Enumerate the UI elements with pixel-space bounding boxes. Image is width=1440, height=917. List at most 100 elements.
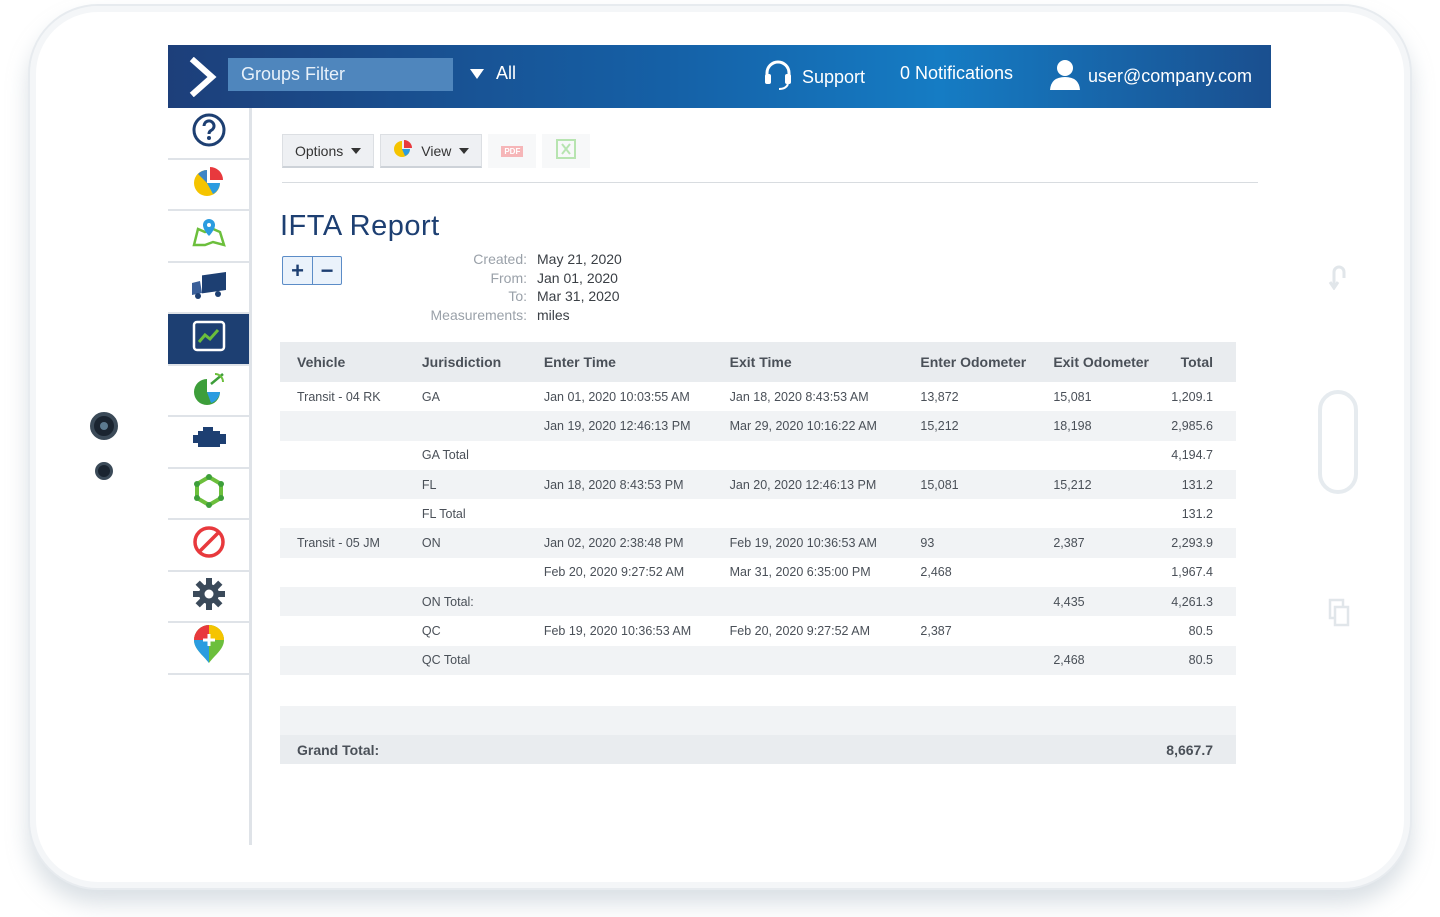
grand-total-value: 8,667.7 bbox=[1166, 741, 1213, 758]
sidebar-item-tracking[interactable] bbox=[168, 366, 249, 417]
table-row: QC Feb 19, 2020 10:36:53 AM Feb 20, 2020… bbox=[280, 616, 1236, 645]
groups-filter-dropdown[interactable]: All bbox=[470, 63, 516, 84]
cell-jurisdiction bbox=[413, 411, 536, 441]
column-header-vehicle[interactable]: Vehicle bbox=[280, 342, 414, 382]
caret-down-icon bbox=[459, 147, 470, 154]
caret-down-icon bbox=[351, 147, 362, 154]
cell-jurisdiction: QC Total bbox=[413, 645, 536, 675]
cell-vehicle bbox=[280, 411, 414, 441]
column-header-enter-time[interactable]: Enter Time bbox=[535, 342, 722, 382]
cell-total: 4,261.3 bbox=[1163, 587, 1236, 617]
cell-enter-time: Jan 19, 2020 12:46:13 PM bbox=[535, 411, 722, 441]
table-row: Jan 19, 2020 12:46:13 PM Mar 29, 2020 10… bbox=[280, 411, 1236, 441]
groups-filter-input[interactable]: Groups Filter bbox=[228, 58, 453, 91]
pdf-icon: PDF bbox=[501, 145, 524, 157]
menu-toggle-chevron-icon[interactable] bbox=[186, 56, 222, 98]
all-label: All bbox=[496, 63, 517, 83]
cell-jurisdiction: ON Total: bbox=[413, 587, 536, 617]
reports-icon bbox=[191, 318, 227, 359]
created-label: Created: bbox=[473, 251, 527, 267]
cell-vehicle bbox=[280, 441, 414, 470]
cell-jurisdiction: FL bbox=[413, 469, 536, 500]
sidebar-item-engine[interactable] bbox=[168, 417, 249, 469]
cell-enter-odometer: 15,212 bbox=[912, 411, 1046, 441]
cell-total: 4,194.7 bbox=[1171, 448, 1213, 463]
cell-enter-time bbox=[535, 587, 722, 617]
export-pdf-button[interactable]: PDF bbox=[488, 134, 537, 168]
cell-exit-time bbox=[722, 499, 913, 528]
from-value: Jan 01, 2020 bbox=[537, 269, 618, 286]
cell-exit-time: Feb 20, 2020 9:27:52 AM bbox=[729, 624, 871, 639]
cell-vehicle bbox=[280, 558, 414, 587]
pie-chart-icon bbox=[393, 139, 413, 162]
cell-exit-odometer: 2,468 bbox=[1045, 645, 1164, 675]
back-icon bbox=[1328, 262, 1350, 295]
home-button[interactable] bbox=[1318, 390, 1358, 494]
cell-enter-time: Jan 02, 2020 2:38:48 PM bbox=[535, 528, 722, 558]
sidebar-item-rules[interactable] bbox=[168, 520, 249, 572]
column-header-exit-odometer[interactable]: Exit Odometer bbox=[1045, 342, 1164, 382]
cell-exit-odometer bbox=[1045, 499, 1163, 528]
cell-exit-time: Jan 18, 2020 8:43:53 AM bbox=[729, 389, 869, 404]
cell-vehicle bbox=[280, 469, 414, 500]
sidebar-item-zones[interactable] bbox=[168, 469, 249, 520]
to-label: To: bbox=[508, 288, 527, 304]
report-panel: Options View PDF IFTA Report + − Created… bbox=[252, 108, 1271, 845]
column-header-total[interactable]: Total bbox=[1163, 342, 1236, 382]
table-header-row: Vehicle Jurisdiction Enter Time Exit Tim… bbox=[280, 342, 1236, 382]
cell-enter-odometer: 2,387 bbox=[920, 624, 952, 639]
zone-icon bbox=[191, 473, 227, 514]
cell-vehicle bbox=[280, 499, 414, 528]
table-row: QC Total 2,468 80.5 bbox=[280, 645, 1236, 675]
pie-chart-icon bbox=[191, 164, 227, 205]
column-header-enter-odometer[interactable]: Enter Odometer bbox=[912, 342, 1046, 382]
sidebar-item-dashboard[interactable] bbox=[168, 160, 249, 211]
export-excel-button[interactable] bbox=[542, 134, 591, 168]
sidebar bbox=[168, 108, 252, 845]
cell-total: 131.2 bbox=[1181, 506, 1213, 521]
options-button[interactable]: Options bbox=[282, 134, 375, 168]
sidebar-item-map[interactable] bbox=[168, 211, 249, 263]
sidebar-item-vehicles[interactable] bbox=[168, 263, 249, 314]
sidebar-item-reports[interactable] bbox=[168, 314, 249, 366]
cell-total: 2,293.9 bbox=[1163, 528, 1236, 558]
table-spacer-row bbox=[280, 706, 1236, 735]
cell-enter-odometer bbox=[912, 587, 1046, 617]
cell-jurisdiction bbox=[414, 558, 536, 587]
marketplace-icon bbox=[191, 625, 227, 670]
toolbar-divider bbox=[282, 182, 1258, 183]
cell-enter-odometer: 93 bbox=[912, 528, 1046, 558]
rules-icon bbox=[191, 524, 227, 565]
zoom-out-button[interactable]: − bbox=[312, 257, 341, 284]
cell-exit-time bbox=[721, 645, 913, 675]
sidebar-item-help[interactable] bbox=[168, 108, 249, 160]
sidebar-item-settings[interactable] bbox=[168, 572, 249, 623]
cell-enter-time bbox=[535, 645, 722, 675]
camera-icon bbox=[90, 412, 118, 440]
cell-exit-odometer: 18,198 bbox=[1045, 411, 1164, 441]
cell-enter-time bbox=[536, 499, 722, 528]
top-navigation-bar: Groups Filter All Support 0 Notification… bbox=[168, 45, 1271, 108]
cell-enter-odometer bbox=[912, 499, 1045, 528]
cell-total: 80.5 bbox=[1163, 645, 1236, 675]
cell-total: 2,985.6 bbox=[1163, 411, 1236, 441]
cell-exit-odometer bbox=[1045, 616, 1163, 645]
cell-enter-time: Jan 01, 2020 10:03:55 AM bbox=[543, 389, 690, 404]
cell-exit-odometer: 2,387 bbox=[1045, 528, 1164, 558]
view-button[interactable]: View bbox=[380, 134, 483, 168]
truck-icon bbox=[190, 269, 228, 306]
headset-icon bbox=[762, 59, 794, 96]
notifications-link[interactable]: 0 Notifications bbox=[900, 63, 1013, 84]
cell-enter-odometer: 13,872 bbox=[920, 389, 959, 404]
cell-vehicle: Transit - 05 JM bbox=[280, 528, 414, 558]
sidebar-item-marketplace[interactable] bbox=[168, 623, 249, 675]
column-header-exit-time[interactable]: Exit Time bbox=[721, 342, 913, 382]
user-menu[interactable]: user@company.com bbox=[1048, 57, 1252, 96]
cell-exit-odometer bbox=[1045, 558, 1163, 587]
cell-exit-odometer: 15,081 bbox=[1053, 389, 1092, 404]
support-link[interactable]: Support bbox=[762, 59, 865, 96]
zoom-in-button[interactable]: + bbox=[283, 257, 312, 284]
cell-jurisdiction: FL Total bbox=[421, 506, 466, 521]
cell-total: 1,209.1 bbox=[1171, 389, 1213, 404]
column-header-jurisdiction[interactable]: Jurisdiction bbox=[413, 342, 536, 382]
